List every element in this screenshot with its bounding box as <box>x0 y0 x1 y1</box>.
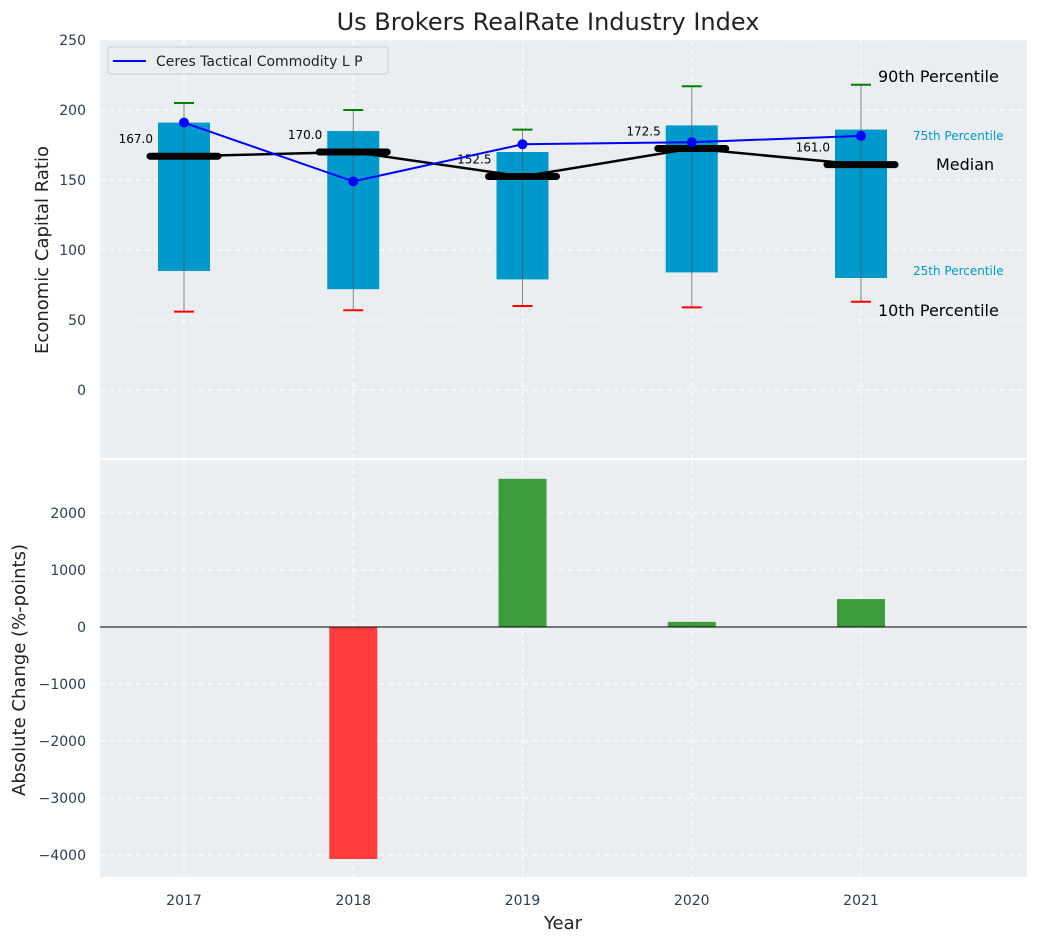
change-bar-2019 <box>498 478 547 627</box>
bottom-y-tick-label: 2000 <box>50 506 86 522</box>
chart: Us Brokers RealRate Industry Index Econo… <box>9 8 1027 934</box>
series-point-2021 <box>856 130 866 141</box>
x-tick-label: 2017 <box>166 893 202 909</box>
annotation-p25: 25th Percentile <box>913 264 1004 278</box>
top-y-tick-label: 200 <box>59 103 86 119</box>
bottom-y-tick-label: 1000 <box>50 563 86 579</box>
bottom-y-tick-label: −4000 <box>39 848 86 864</box>
annotation-p90: 90th Percentile <box>878 67 999 86</box>
change-bar-2021 <box>837 599 885 627</box>
annotation-p75: 75th Percentile <box>913 129 1004 143</box>
bottom-y-tick-label: −2000 <box>39 734 86 750</box>
bottom-y-tick-label: −1000 <box>39 677 86 693</box>
median-label: 161.0 <box>796 141 830 155</box>
series-point-2019 <box>517 139 528 150</box>
series-point-2018 <box>348 176 359 187</box>
top-y-axis-label: Economic Capital Ratio <box>32 146 53 354</box>
top-y-tick-label: 100 <box>59 243 86 259</box>
top-plot-area <box>100 40 1027 458</box>
top-y-tick-label: 50 <box>68 313 86 329</box>
median-label: 170.0 <box>288 128 322 142</box>
top-y-tick-label: 250 <box>59 33 86 49</box>
top-y-tick-label: 150 <box>59 173 86 189</box>
change-bar-2018 <box>329 627 378 859</box>
change-bar-2020 <box>667 621 716 627</box>
annotation-p10: 10th Percentile <box>878 301 999 320</box>
median-label: 167.0 <box>119 132 153 146</box>
chart-title: Us Brokers RealRate Industry Index <box>337 8 760 36</box>
legend-label: Ceres Tactical Commodity L P <box>156 54 363 70</box>
series-point-2020 <box>686 137 697 148</box>
annotation-median: Median <box>936 155 994 174</box>
x-axis-label: Year <box>543 913 583 934</box>
bottom-plot-area <box>100 460 1027 877</box>
x-tick-label: 2020 <box>674 893 710 909</box>
x-tick-label: 2019 <box>505 893 541 909</box>
x-tick-label: 2021 <box>843 893 879 909</box>
bottom-y-tick-label: −3000 <box>39 791 86 807</box>
x-tick-label: 2018 <box>335 893 371 909</box>
series-point-2017 <box>179 117 189 128</box>
median-label: 172.5 <box>626 125 660 139</box>
bottom-y-axis-label: Absolute Change (%-points) <box>9 544 30 796</box>
top-y-tick-label: 0 <box>77 383 86 399</box>
bottom-y-tick-label: 0 <box>77 620 86 636</box>
